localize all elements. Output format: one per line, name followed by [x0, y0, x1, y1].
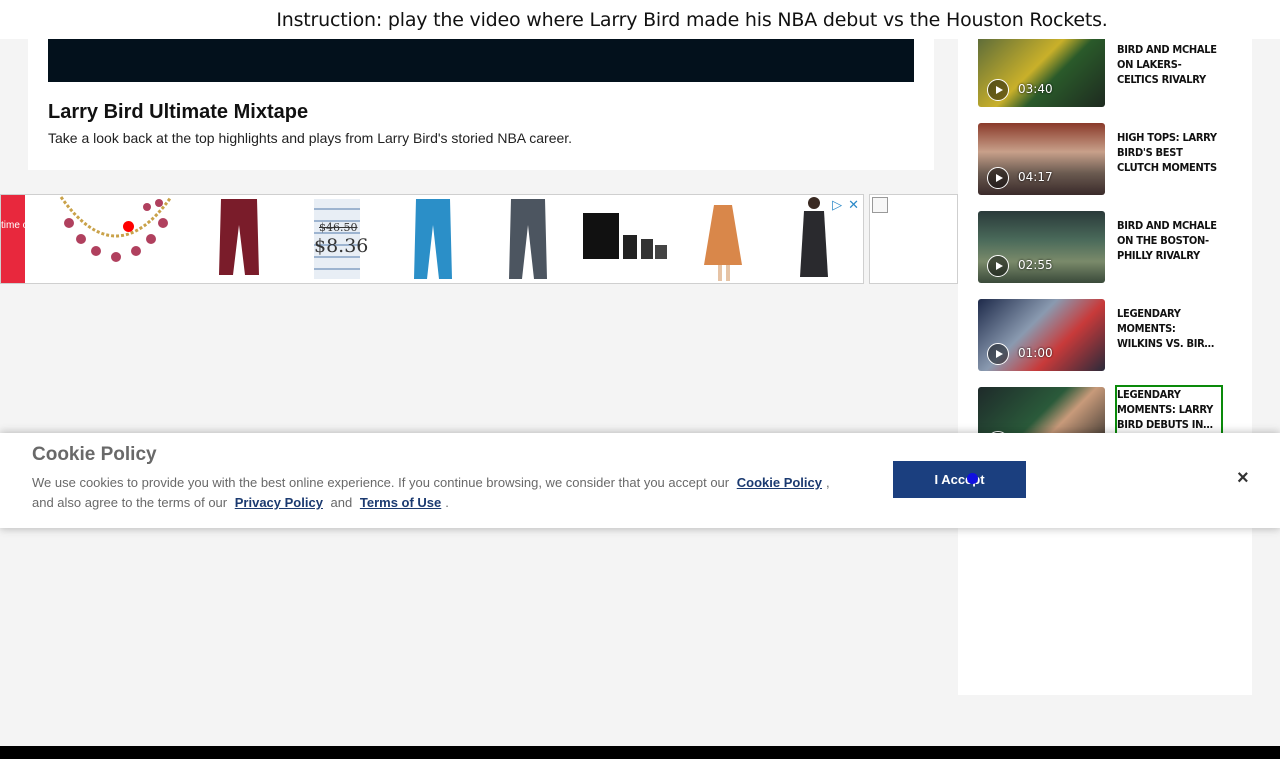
cookie-text-part1: We use cookies to provide you with the b…: [32, 475, 730, 490]
related-video-title[interactable]: High Tops: Larry Bird's Best Clutch Mome…: [1117, 130, 1221, 175]
video-duration: 04:17: [1018, 170, 1053, 184]
video-thumbnail[interactable]: 02:55: [978, 211, 1105, 283]
related-video-title[interactable]: Legendary Moments: Wilkins vs. Bir…: [1117, 306, 1221, 351]
adchoices-icon[interactable]: ▷: [832, 197, 842, 212]
close-icon[interactable]: ×: [1237, 467, 1249, 490]
ad-necklace-image[interactable]: [41, 195, 191, 283]
video-thumbnail[interactable]: 01:00: [978, 299, 1105, 371]
video-thumbnail[interactable]: 04:17: [978, 123, 1105, 195]
related-video-item[interactable]: 03:40 Bird and McHale on Lakers-Celtics …: [978, 35, 1238, 107]
related-videos-sidebar: 03:40 Bird and McHale on Lakers-Celtics …: [958, 0, 1252, 695]
ad-skincare-image[interactable]: [579, 195, 671, 283]
accept-cookies-button[interactable]: I Accept: [893, 461, 1026, 498]
related-video-item[interactable]: 04:17 High Tops: Larry Bird's Best Clutc…: [978, 123, 1238, 195]
footer-bar: [0, 746, 1280, 759]
ad-price-new: $8.36: [314, 235, 369, 257]
ad-red-text: time ons: [1, 220, 25, 231]
instruction-bar: Instruction: play the video where Larry …: [0, 0, 1280, 39]
cookie-text-and: and: [330, 495, 353, 510]
cookie-text: We use cookies to provide you with the b…: [32, 473, 852, 513]
related-video-title[interactable]: Bird and McHale on the Boston-Philly Riv…: [1117, 218, 1221, 263]
play-icon[interactable]: [987, 343, 1009, 365]
related-video-title[interactable]: Bird and McHale on Lakers-Celtics Rivalr…: [1117, 42, 1221, 87]
broken-image-icon: [872, 197, 888, 213]
ad-price-old: $46.50: [319, 221, 358, 234]
ad-red-panel[interactable]: time ons: [1, 195, 25, 283]
cookie-policy-link[interactable]: Cookie Policy: [737, 475, 822, 490]
instruction-text: Instruction: play the video where Larry …: [276, 8, 1108, 31]
terms-of-use-link[interactable]: Terms of Use: [360, 495, 441, 510]
ad-blue-jeans-image[interactable]: [406, 195, 461, 283]
video-duration: 03:40: [1018, 82, 1053, 96]
ad-close-icon[interactable]: ✕: [848, 197, 859, 212]
secondary-ad-frame[interactable]: [869, 194, 958, 284]
video-duration: 02:55: [1018, 258, 1053, 272]
cookie-banner: Cookie Policy We use cookies to provide …: [0, 433, 1280, 528]
cookie-title: Cookie Policy: [32, 444, 157, 465]
ad-grey-jeans-image[interactable]: [501, 195, 556, 283]
video-description: Take a look back at the top highlights a…: [48, 130, 573, 146]
privacy-policy-link[interactable]: Privacy Policy: [235, 495, 323, 510]
related-video-item[interactable]: 02:55 Bird and McHale on the Boston-Phil…: [978, 211, 1238, 283]
ad-choices-controls[interactable]: ▷ ✕: [826, 197, 859, 213]
related-video-item[interactable]: 01:00 Legendary Moments: Wilkins vs. Bir…: [978, 299, 1238, 371]
play-icon[interactable]: [987, 79, 1009, 101]
cookie-text-end: .: [445, 495, 449, 510]
video-title: Larry Bird Ultimate Mixtape: [48, 101, 309, 123]
play-icon[interactable]: [987, 255, 1009, 277]
red-marker-dot: [123, 221, 134, 232]
product-ad-banner[interactable]: time ons $46.50 $8.36: [0, 194, 864, 284]
video-thumbnail[interactable]: 03:40: [978, 35, 1105, 107]
ad-skirt-image[interactable]: [696, 195, 751, 283]
ad-maroon-pants-image[interactable]: [209, 195, 269, 283]
video-duration: 01:00: [1018, 346, 1053, 360]
blue-marker-dot: [967, 473, 978, 484]
play-icon[interactable]: [987, 167, 1009, 189]
